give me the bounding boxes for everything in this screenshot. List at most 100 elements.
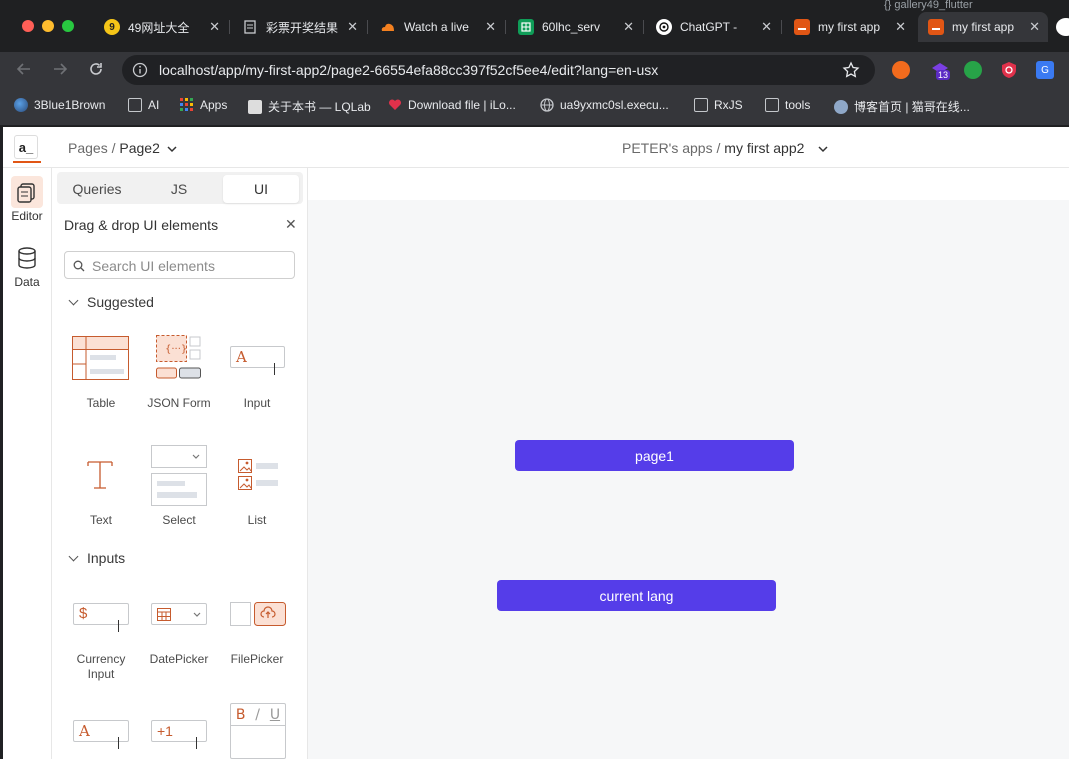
section-suggested[interactable]: Suggested xyxy=(68,294,154,310)
browser-tab[interactable]: 60lhc_serv ✕ xyxy=(508,12,642,42)
close-icon[interactable]: ✕ xyxy=(209,19,220,35)
close-icon[interactable]: ✕ xyxy=(1029,19,1040,35)
app-breadcrumb: PETER's apps / my first app2 xyxy=(622,140,804,156)
browser-tab[interactable]: 彩票开奖结果 ✕ xyxy=(232,12,366,42)
datepicker-icon[interactable] xyxy=(151,603,207,625)
evernote-icon[interactable] xyxy=(964,61,982,79)
page1-button[interactable]: page1 xyxy=(515,440,794,471)
tab-ui[interactable]: UI xyxy=(223,175,299,203)
logo-text: a_ xyxy=(18,139,34,155)
globe-icon xyxy=(540,98,554,112)
chevron-down-icon[interactable] xyxy=(818,141,828,159)
current-lang-button[interactable]: current lang xyxy=(497,580,776,611)
forward-icon[interactable] xyxy=(52,61,68,82)
breadcrumb-root[interactable]: Pages / xyxy=(68,140,115,156)
tab-divider xyxy=(367,20,368,34)
bookmark-label: Apps xyxy=(200,98,228,112)
section-inputs[interactable]: Inputs xyxy=(68,550,126,566)
translate-icon[interactable]: G xyxy=(1036,61,1054,79)
text-widget-icon[interactable] xyxy=(86,460,114,495)
database-icon[interactable] xyxy=(15,246,39,275)
bookmark-item[interactable]: 博客首页 | 猫哥在线... xyxy=(834,98,970,115)
chatgpt-icon[interactable] xyxy=(1056,18,1069,36)
search-icon xyxy=(73,259,85,277)
rich-text-toolbar: B / U xyxy=(231,704,285,726)
browser-tab[interactable]: ChatGPT - ✕ xyxy=(646,12,780,42)
chevron-down-icon[interactable] xyxy=(167,141,177,159)
folder-icon xyxy=(694,98,708,112)
extension-badge-icon[interactable]: 13 xyxy=(930,60,951,80)
sheets-icon xyxy=(518,19,534,35)
document-icon xyxy=(242,19,258,35)
select-widget-icon[interactable] xyxy=(151,445,207,512)
tab-queries[interactable]: Queries xyxy=(59,175,135,203)
reload-icon[interactable] xyxy=(88,61,104,82)
heart-icon xyxy=(388,98,402,112)
editor-icon[interactable] xyxy=(11,176,43,208)
italic-glyph: / xyxy=(255,706,261,723)
bookmark-label: AI xyxy=(148,98,160,112)
browser-tab[interactable]: my first app ✕ xyxy=(784,12,914,42)
badge-count: 13 xyxy=(936,70,951,80)
bookmark-folder[interactable]: tools xyxy=(765,98,810,112)
close-window-button[interactable] xyxy=(22,20,34,32)
list-widget-icon[interactable] xyxy=(238,459,280,496)
url-text[interactable]: localhost/app/my-first-app2/page2-66554e… xyxy=(159,62,658,78)
extension-icon[interactable] xyxy=(892,61,910,79)
close-icon[interactable]: ✕ xyxy=(485,19,496,35)
filepicker-icon[interactable] xyxy=(230,602,286,631)
shield-icon[interactable] xyxy=(1000,61,1018,84)
active-browser-tab[interactable]: my first app ✕ xyxy=(918,12,1048,42)
zoom-window-button[interactable] xyxy=(62,20,74,32)
browser-tab[interactable]: Watch a live ✕ xyxy=(370,12,504,42)
bookmark-item[interactable]: Download file | iLo... xyxy=(388,98,516,112)
rail-label-data[interactable]: Data xyxy=(3,275,51,289)
number-input-icon[interactable]: +1 xyxy=(151,720,207,749)
page-name[interactable]: Page2 xyxy=(119,140,159,156)
tab-js[interactable]: JS xyxy=(141,175,217,203)
bookmark-item[interactable]: 3Blue1Brown xyxy=(14,98,105,112)
back-icon[interactable] xyxy=(16,61,32,82)
svg-text:{···}: {···} xyxy=(165,344,187,355)
folder-icon xyxy=(128,98,142,112)
search-input[interactable]: Search UI elements xyxy=(64,251,295,279)
section-title: Inputs xyxy=(87,550,126,566)
bookmark-item[interactable]: ua9yxmc0sl.execu... xyxy=(540,98,669,112)
bookmark-folder[interactable]: RxJS xyxy=(694,98,743,112)
rail-label-editor[interactable]: Editor xyxy=(3,209,51,223)
address-bar[interactable]: localhost/app/my-first-app2/page2-66554e… xyxy=(122,55,875,85)
app-logo[interactable]: a_ xyxy=(14,135,38,159)
editor-canvas[interactable] xyxy=(308,200,1069,759)
minimize-window-button[interactable] xyxy=(42,20,54,32)
folder-icon xyxy=(765,98,779,112)
text-cursor-icon xyxy=(118,737,119,749)
site-info-icon[interactable] xyxy=(132,62,148,81)
tab-divider xyxy=(781,20,782,34)
section-title: Suggested xyxy=(87,294,154,310)
json-form-widget-icon[interactable]: {···} xyxy=(156,334,202,385)
chevron-down-icon xyxy=(68,551,79,561)
close-icon[interactable]: ✕ xyxy=(895,19,906,35)
currency-input-icon[interactable]: $ xyxy=(73,603,129,632)
close-icon[interactable]: ✕ xyxy=(347,19,358,35)
bookmark-item[interactable]: 关于本书 — LQLab xyxy=(248,98,371,115)
app-name[interactable]: my first app2 xyxy=(724,140,804,156)
bookmark-label: Download file | iLo... xyxy=(408,98,516,112)
browser-tab[interactable]: 9 49网址大全 ✕ xyxy=(94,12,228,42)
input-widget-icon[interactable]: A xyxy=(230,346,285,375)
bookmark-folder[interactable]: AI xyxy=(128,98,159,112)
close-icon[interactable]: ✕ xyxy=(285,216,297,233)
3b1b-icon xyxy=(14,98,28,112)
close-icon[interactable]: ✕ xyxy=(761,19,772,35)
input-glyph: A xyxy=(79,722,90,740)
widget-label: JSON Form xyxy=(147,396,211,410)
tab-title: ChatGPT - xyxy=(680,20,738,34)
close-icon[interactable]: ✕ xyxy=(623,19,634,35)
bookmark-star-icon[interactable] xyxy=(842,61,860,82)
table-widget-icon[interactable] xyxy=(72,336,130,385)
rich-text-editor-icon[interactable]: B / U xyxy=(230,703,286,759)
input-widget-icon[interactable]: A xyxy=(73,720,129,749)
bookmark-item[interactable]: Apps xyxy=(180,98,227,112)
tab-title: 60lhc_serv xyxy=(542,20,601,34)
apps-grid-icon xyxy=(180,98,194,112)
